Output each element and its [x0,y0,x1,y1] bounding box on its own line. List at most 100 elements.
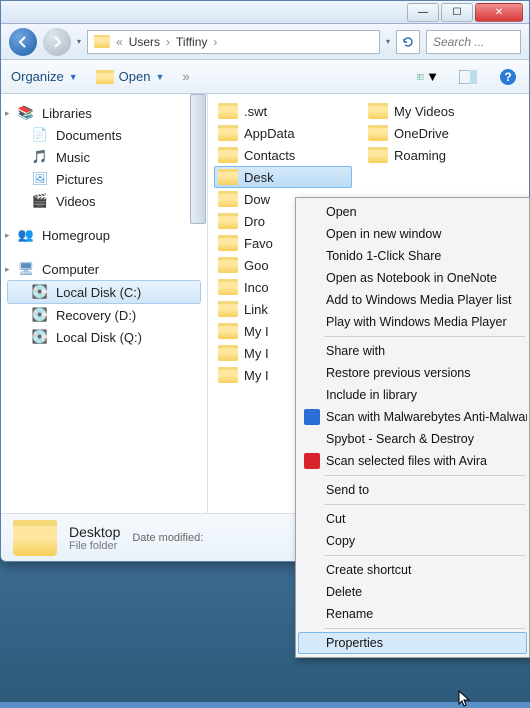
context-item[interactable]: Send to [298,479,527,501]
help-button[interactable]: ? [497,66,519,88]
preview-pane-button[interactable] [457,66,479,88]
sidebar-item-documents[interactable]: 📄Documents [1,124,207,146]
open-button[interactable]: Open ▼ [96,69,165,84]
scrollbar-thumb[interactable] [190,94,206,224]
sidebar-item-label: Videos [56,194,96,209]
context-item-label: Restore previous versions [326,366,471,380]
folder-label: Desk [244,170,274,185]
search-input[interactable] [426,30,521,54]
folder-item[interactable]: OneDrive [358,122,508,144]
folder-label: My Videos [394,104,454,119]
help-icon: ? [499,68,517,86]
folder-item[interactable]: Contacts [208,144,358,166]
address-bar[interactable]: « Users › Tiffiny › [87,30,380,54]
context-item[interactable]: Tonido 1-Click Share [298,245,527,267]
sidebar-item-localq[interactable]: 💽Local Disk (Q:) [1,326,207,348]
context-item-label: Send to [326,483,369,497]
context-item[interactable]: Include in library [298,384,527,406]
context-item[interactable]: Cut [298,508,527,530]
context-separator [324,475,525,476]
preview-icon [459,70,477,84]
expand-icon[interactable]: ▸ [5,264,10,275]
sidebar-item-label: Documents [56,128,122,143]
folder-icon [218,323,238,339]
views-button[interactable]: ▼ [417,66,439,88]
videos-icon: 🎬 [31,192,49,210]
organize-button[interactable]: Organize ▼ [11,69,78,84]
context-item-label: Open [326,205,357,219]
sidebar-item-computer[interactable]: ▸🖥Computer [1,258,207,280]
context-item-label: Add to Windows Media Player list [326,293,512,307]
chevron-down-icon: ▼ [69,72,78,82]
context-item[interactable]: Share with [298,340,527,362]
folder-icon [218,103,238,119]
history-dropdown[interactable]: ▾ [77,37,81,46]
sidebar-item-homegroup[interactable]: ▸ 👥 Homegroup [1,224,207,246]
sidebar-item-label: Local Disk (Q:) [56,330,142,345]
context-item[interactable]: Spybot - Search & Destroy [298,428,527,450]
sidebar-item-videos[interactable]: 🎬 Videos [1,190,207,212]
context-item[interactable]: Copy [298,530,527,552]
sidebar-item-music[interactable]: 🎵Music [1,146,207,168]
forward-button[interactable] [43,28,71,56]
folder-icon [218,169,238,185]
context-item[interactable]: Add to Windows Media Player list [298,289,527,311]
context-separator [324,628,525,629]
folder-label: AppData [244,126,295,141]
context-item[interactable]: Open as Notebook in OneNote [298,267,527,289]
folder-item[interactable]: Desk [214,166,352,188]
context-item[interactable]: Scan selected files with Avira [298,450,527,472]
minimize-button[interactable]: — [407,3,439,22]
breadcrumb-sep: › [166,35,170,49]
context-item[interactable]: Properties [298,632,527,654]
context-separator [324,555,525,556]
close-button[interactable]: ✕ [475,3,523,22]
expand-icon[interactable]: ▸ [5,230,10,241]
sidebar-item-recoveryd[interactable]: 💽Recovery (D:) [1,304,207,326]
sidebar-item-label: Homegroup [42,228,110,243]
app-icon [304,453,320,469]
computer-icon: 🖥 [17,260,35,278]
context-item[interactable]: Play with Windows Media Player [298,311,527,333]
expand-icon[interactable]: ▸ [5,108,10,119]
open-label: Open [119,69,151,84]
sidebar-item-label: Libraries [42,106,92,121]
context-item[interactable]: Restore previous versions [298,362,527,384]
context-item[interactable]: Open in new window [298,223,527,245]
app-icon [304,409,320,425]
homegroup-icon: 👥 [17,226,35,244]
folder-label: My I [244,368,269,383]
folder-icon [94,35,110,48]
folder-label: Dow [244,192,270,207]
sidebar-item-localc[interactable]: 💽Local Disk (C:) [7,280,201,304]
context-item[interactable]: Scan with Malwarebytes Anti-Malware [298,406,527,428]
back-button[interactable] [9,28,37,56]
address-dropdown[interactable]: ▾ [386,37,390,46]
cursor-icon [458,690,472,708]
folder-item[interactable]: Roaming [358,144,508,166]
context-item[interactable]: Delete [298,581,527,603]
titlebar: — ☐ ✕ [1,1,529,24]
refresh-button[interactable] [396,30,420,54]
breadcrumb-tiffiny[interactable]: Tiffiny [176,35,207,49]
context-item-label: Scan selected files with Avira [326,454,487,468]
context-item-label: Cut [326,512,345,526]
folder-item[interactable]: AppData [208,122,358,144]
context-menu[interactable]: Open Open in new windowTonido 1-Click Sha… [295,197,530,658]
context-item[interactable]: Rename [298,603,527,625]
folder-item[interactable]: .swt [208,100,358,122]
maximize-button[interactable]: ☐ [441,3,473,22]
breadcrumb-users[interactable]: Users [129,35,160,49]
include-button[interactable]: » [182,69,189,84]
chevron-down-icon: ▼ [426,69,439,84]
sidebar-item-libraries[interactable]: ▸📚Libraries [1,102,207,124]
context-item[interactable]: Create shortcut [298,559,527,581]
folder-icon [368,125,388,141]
sidebar-item-label: Pictures [56,172,103,187]
sidebar: ▸📚Libraries 📄Documents 🎵Music 🖼Pictures … [1,94,208,513]
organize-label: Organize [11,69,64,84]
breadcrumb-prefix: « [116,35,123,49]
folder-item[interactable]: My Videos [358,100,508,122]
sidebar-item-pictures[interactable]: 🖼Pictures [1,168,207,190]
context-item[interactable]: Open [298,201,527,223]
